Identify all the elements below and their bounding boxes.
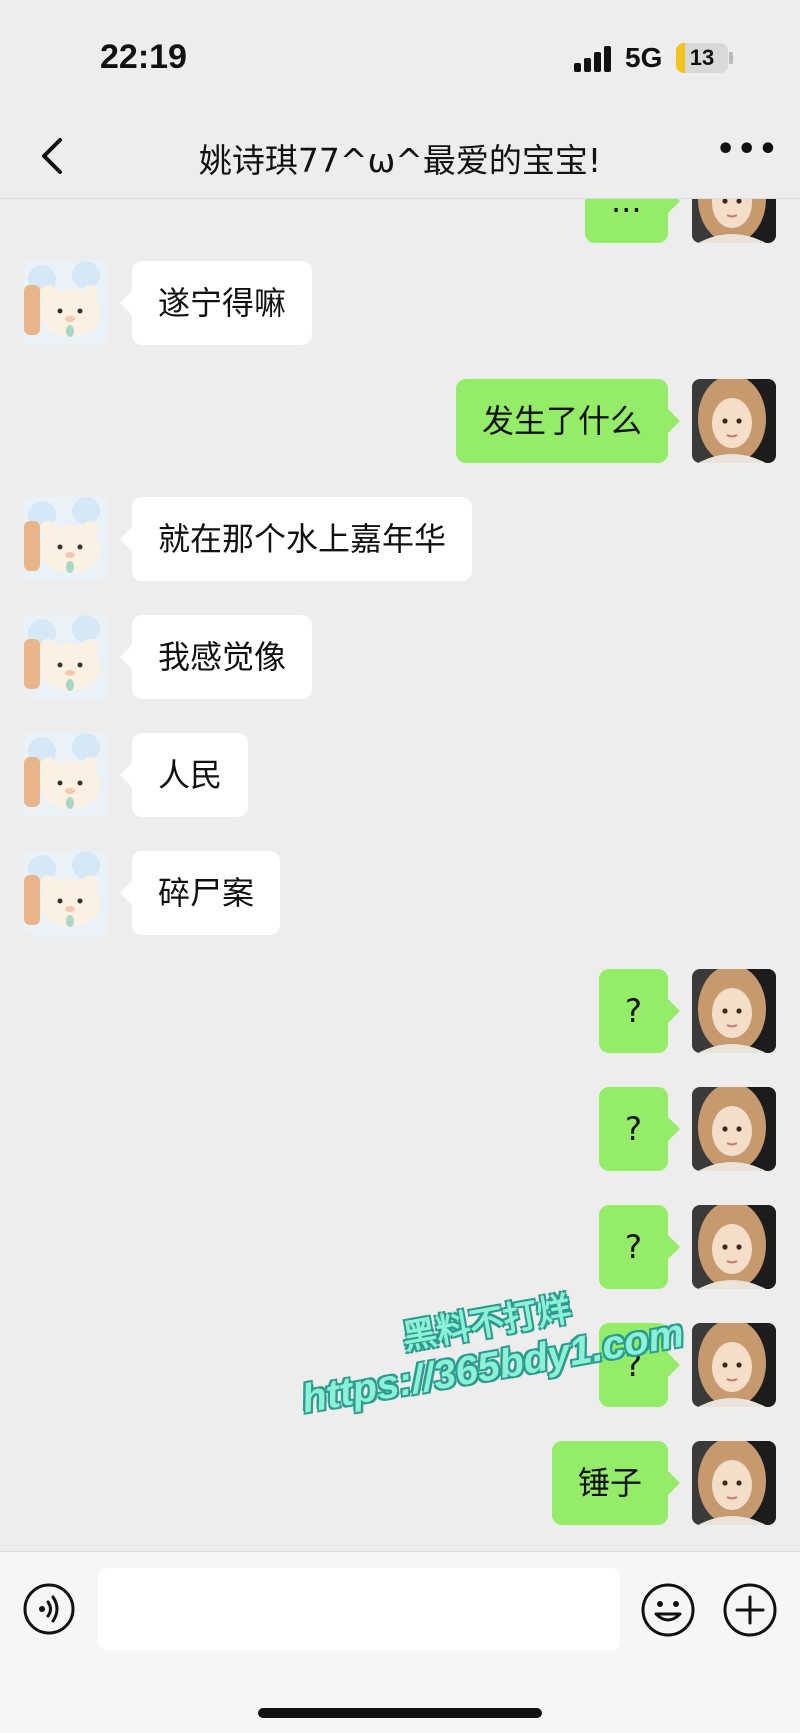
message-list[interactable]: ... 遂宁得嘛发生了什么就在那个水上嘉年华 我感觉像人民碎尸案???? 锤子 [0,199,800,1551]
network-type: 5G [625,42,663,73]
my-avatar[interactable] [692,1087,776,1171]
message-bubble[interactable]: 就在那个水上嘉年华 [119,497,473,581]
message-outgoing: 锤子 [0,1441,800,1525]
message-incoming: 遂宁得嘛 [0,261,800,345]
message-bubble[interactable]: ? [599,1205,680,1289]
message-outgoing: ? [0,1323,800,1407]
message-bubble[interactable]: ? [599,1087,680,1171]
contact-avatar[interactable] [24,261,108,345]
message-incoming: 我感觉像 [0,615,800,699]
message-bubble[interactable]: ? [599,1323,680,1407]
battery-icon: 13 [676,43,728,73]
message-outgoing: ... [0,199,800,243]
message-incoming: 就在那个水上嘉年华 [0,497,800,581]
message-bubble[interactable]: ? [599,969,680,1053]
message-outgoing: ? [0,1205,800,1289]
my-avatar[interactable] [692,969,776,1053]
contact-avatar[interactable] [24,733,108,817]
message-bubble[interactable]: 遂宁得嘛 [119,261,313,345]
chat-header: 姚诗琪77^ω^最爱的宝宝! ••• [0,118,800,199]
my-avatar[interactable] [692,1323,776,1407]
my-avatar[interactable] [692,379,776,463]
message-bubble[interactable]: 我感觉像 [119,615,313,699]
status-time: 22:19 [100,38,187,76]
signal-icon [574,46,614,72]
message-outgoing: ? [0,1087,800,1171]
contact-avatar[interactable] [24,497,108,581]
voice-icon[interactable] [22,1582,76,1636]
more-icon[interactable]: ••• [716,135,778,176]
emoji-icon[interactable] [640,1582,696,1638]
contact-avatar[interactable] [24,615,108,699]
message-bubble[interactable]: 锤子 [552,1441,681,1525]
message-incoming: 碎尸案 [0,851,800,935]
home-indicator [258,1708,542,1718]
message-bubble[interactable]: 人民 [119,733,249,817]
battery-tip [729,52,733,64]
battery-level: 13 [689,45,715,70]
plus-icon[interactable] [722,1582,778,1638]
message-outgoing: 发生了什么 [0,379,800,463]
message-outgoing: ? [0,969,800,1053]
contact-avatar[interactable] [24,851,108,935]
status-bar: 22:19 5G 13 [0,0,800,118]
back-icon[interactable] [30,132,78,180]
my-avatar[interactable] [692,199,776,243]
my-avatar[interactable] [692,1205,776,1289]
message-input[interactable] [98,1568,620,1650]
my-avatar[interactable] [692,1441,776,1525]
message-bubble[interactable]: ... [585,199,679,243]
chat-title: 姚诗琪77^ω^最爱的宝宝! [198,141,602,180]
message-bubble[interactable]: 碎尸案 [119,851,281,935]
message-incoming: 人民 [0,733,800,817]
message-bubble[interactable]: 发生了什么 [456,379,681,463]
input-bar [0,1551,800,1733]
